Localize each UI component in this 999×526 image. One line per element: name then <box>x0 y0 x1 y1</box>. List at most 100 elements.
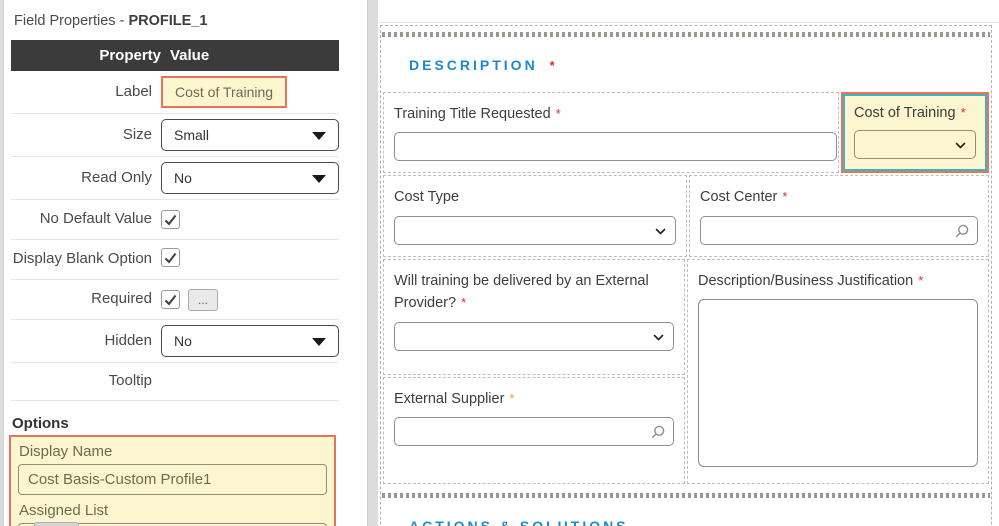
table-row-read-only: Read Only No <box>11 157 339 200</box>
hidden-select[interactable]: No <box>161 325 339 357</box>
app-window: Field Properties - PROFILE_1 Property Va… <box>0 0 999 526</box>
checkmark-icon <box>164 214 177 226</box>
table-row-hidden: Hidden No <box>11 320 339 363</box>
hidden-select-value: No <box>174 333 192 349</box>
display-name-label: Display Name <box>19 443 113 460</box>
field-properties-panel: Field Properties - PROFILE_1 Property Va… <box>3 0 368 526</box>
external-supplier-input[interactable] <box>394 417 674 447</box>
value-column-header: Value <box>170 47 210 64</box>
cost-center-lookup <box>700 215 978 245</box>
description-justification-cell[interactable]: Description/Business Justification * <box>687 258 989 485</box>
display-name-input[interactable]: Cost Basis-Custom Profile1 <box>18 464 327 495</box>
table-row-label: Label Cost of Training <box>11 71 339 114</box>
training-title-label-text: Training Title Requested <box>394 106 551 122</box>
table-row-size: Size Small <box>11 114 339 157</box>
panel-title-field-name: PROFILE_1 <box>128 13 208 29</box>
table-row-no-default-value: No Default Value <box>11 200 339 240</box>
assigned-list-label: Assigned List <box>19 502 109 519</box>
description-section-title: DESCRIPTION <box>409 57 538 73</box>
cost-of-training-label-text: Cost of Training <box>854 105 956 121</box>
checkmark-icon <box>164 252 177 264</box>
cut-off-button[interactable] <box>34 522 79 526</box>
cost-type-cell[interactable]: Cost Type <box>383 175 687 257</box>
required-asterisk: * <box>782 189 788 205</box>
caret-down-icon <box>312 338 326 346</box>
form-row-2: Cost Type Cost Center * <box>382 174 990 257</box>
form-canvas: DESCRIPTION * Training Title Requested * <box>380 25 992 526</box>
form-preview-panel: DESCRIPTION * Training Title Requested * <box>378 0 999 526</box>
description-justification-label: Description/Business Justification * <box>698 270 978 292</box>
required-asterisk: * <box>461 295 467 311</box>
external-provider-select[interactable] <box>394 321 674 351</box>
checkmark-icon <box>164 294 177 306</box>
cost-center-input[interactable] <box>700 215 978 245</box>
description-justification-textarea[interactable] <box>698 299 978 468</box>
training-title-label: Training Title Requested * <box>394 103 828 125</box>
required-row-name: Required <box>91 290 152 308</box>
options-heading: Options <box>12 415 69 432</box>
section-drag-handle[interactable] <box>382 32 990 37</box>
search-icon[interactable] <box>955 224 969 238</box>
external-provider-cell[interactable]: Will training be delivered by an Externa… <box>383 258 685 375</box>
display-blank-option-checkbox[interactable] <box>161 248 180 267</box>
external-supplier-lookup <box>394 417 674 447</box>
chevron-down-icon <box>653 334 664 341</box>
cost-center-cell[interactable]: Cost Center * <box>689 175 989 257</box>
chevron-down-icon <box>955 143 966 149</box>
table-row-tooltip: Tooltip <box>11 363 339 401</box>
required-asterisk: * <box>960 105 966 120</box>
size-row-name: Size <box>122 125 152 143</box>
required-asterisk: * <box>918 272 924 288</box>
external-supplier-label-text: External Supplier <box>394 390 505 407</box>
actions-section-header: ACTIONS & SOLUTIONS <box>409 518 991 526</box>
no-default-value-row-name: No Default Value <box>39 210 152 228</box>
cost-of-training-label: Cost of Training * <box>854 102 976 124</box>
table-row-display-blank-option: Display Blank Option <box>11 240 339 280</box>
property-table: Property Value Label Cost of Training Si… <box>11 40 339 401</box>
table-row-required: Required ... <box>11 280 339 320</box>
options-highlighted-box: Display Name Cost Basis-Custom Profile1 … <box>9 435 336 526</box>
read-only-row-name: Read Only <box>81 168 152 186</box>
no-default-value-checkbox[interactable] <box>161 210 180 229</box>
right-column: Description/Business Justification * <box>686 258 990 485</box>
cost-of-training-cell[interactable]: Cost of Training * <box>843 94 987 172</box>
hidden-row-name: Hidden <box>104 331 152 349</box>
section-drag-handle[interactable] <box>382 493 990 499</box>
cost-center-label-text: Cost Center <box>700 189 778 206</box>
training-title-input[interactable] <box>394 132 837 162</box>
cost-type-label: Cost Type <box>394 189 460 206</box>
label-value-highlighted[interactable]: Cost of Training <box>161 76 288 108</box>
external-supplier-label: External Supplier * <box>394 388 674 410</box>
training-title-cell[interactable]: Training Title Requested * <box>383 92 839 174</box>
display-blank-option-row-name: Display Blank Option <box>12 250 152 267</box>
property-table-header: Property Value <box>11 40 339 71</box>
read-only-select-value: No <box>174 170 192 186</box>
read-only-select[interactable]: No <box>161 162 339 194</box>
required-asterisk: * <box>549 58 555 73</box>
search-icon[interactable] <box>651 425 665 439</box>
cost-type-select[interactable] <box>394 215 676 245</box>
description-justification-label-text: Description/Business Justification <box>698 272 914 289</box>
required-checkbox[interactable] <box>161 290 180 309</box>
required-asterisk: * <box>555 106 561 121</box>
external-supplier-cell[interactable]: External Supplier * <box>383 376 685 485</box>
external-provider-label-text: Will training be delivered by an Externa… <box>394 272 649 312</box>
chevron-down-icon <box>655 228 666 235</box>
size-select[interactable]: Small <box>161 119 339 151</box>
panel-title: Field Properties - PROFILE_1 <box>4 0 367 40</box>
panel-top-divider <box>378 22 999 23</box>
cost-of-training-annotation-border: Cost of Training * <box>841 92 989 174</box>
size-select-value: Small <box>174 127 210 143</box>
label-row-name: Label <box>115 82 152 100</box>
property-column-header: Property <box>99 47 161 64</box>
caret-down-icon <box>312 175 326 183</box>
actions-section-title: ACTIONS & SOLUTIONS <box>409 518 629 526</box>
required-more-button[interactable]: ... <box>188 288 219 311</box>
tooltip-row-name: Tooltip <box>108 372 152 390</box>
external-provider-label: Will training be delivered by an Externa… <box>394 270 674 315</box>
description-section-header: DESCRIPTION * <box>409 57 991 73</box>
cost-center-label: Cost Center * <box>700 186 978 208</box>
required-asterisk-orange: * <box>509 390 515 406</box>
form-row-1: Training Title Requested * Cost of Traini… <box>382 91 990 174</box>
cost-of-training-select[interactable] <box>854 130 976 160</box>
